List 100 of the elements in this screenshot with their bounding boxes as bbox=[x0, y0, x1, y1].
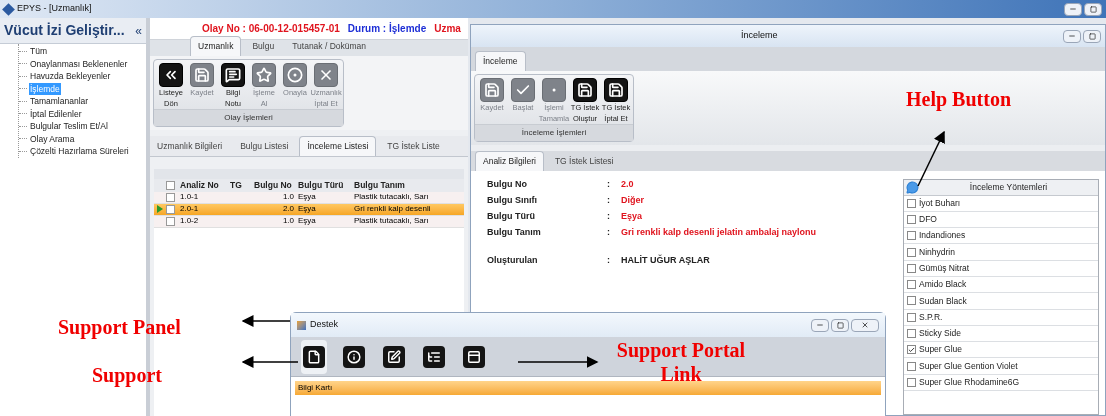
x-icon bbox=[314, 63, 338, 87]
method-checkbox[interactable] bbox=[907, 198, 916, 208]
method-row[interactable]: İyot Buharı bbox=[904, 195, 1098, 212]
tree-item[interactable]: Onaylanması Beklenenler bbox=[29, 57, 129, 70]
minimize-button[interactable] bbox=[1064, 2, 1082, 16]
maximize-button[interactable] bbox=[1083, 29, 1101, 43]
floppy-icon bbox=[190, 63, 214, 87]
method-checkbox[interactable] bbox=[907, 296, 916, 306]
table-cell-text: 1.0 bbox=[281, 191, 295, 204]
annotation-label: Help Button bbox=[906, 87, 1012, 113]
list-row[interactable]: Bilgi Kartı bbox=[295, 381, 881, 395]
method-row[interactable]: DFO bbox=[904, 211, 1098, 229]
method-row[interactable]: Amido Black bbox=[904, 277, 1098, 294]
header-text: Uzma bbox=[434, 22, 461, 36]
field-value: 2.0 bbox=[621, 177, 634, 191]
tab[interactable]: İnceleme bbox=[475, 51, 526, 71]
minimize-button[interactable] bbox=[811, 318, 829, 332]
row-checkbox[interactable] bbox=[166, 192, 175, 202]
tab[interactable]: Analiz Bilgileri bbox=[475, 150, 544, 171]
method-row[interactable]: Sticky Side bbox=[904, 325, 1098, 343]
method-label: Indandiones bbox=[919, 229, 966, 243]
header-text: Olay No : 06-00-12-015457-01 bbox=[202, 22, 340, 36]
field-separator: : bbox=[607, 193, 611, 207]
tree-item[interactable]: Tüm bbox=[29, 45, 48, 58]
tree-item[interactable]: Havuzda Bekleyenler bbox=[29, 70, 112, 83]
floppy-icon bbox=[604, 77, 628, 102]
field-label: Bulgu Tanım bbox=[487, 225, 542, 239]
collapse-button[interactable]: « bbox=[135, 21, 142, 40]
tab[interactable]: TG İstek Liste bbox=[380, 137, 447, 156]
tab[interactable]: Bulgu bbox=[245, 37, 282, 56]
method-checkbox[interactable] bbox=[907, 312, 916, 322]
table-cell-text: 1.0 bbox=[281, 215, 295, 228]
field-value: Gri renkli kalp desenli jelatin ambalaj naylonu bbox=[621, 225, 817, 239]
tab[interactable]: TG İstek Listesi bbox=[547, 151, 621, 171]
method-checkbox[interactable] bbox=[907, 377, 916, 387]
header-checkbox[interactable] bbox=[166, 180, 175, 190]
column-header: TG bbox=[229, 178, 243, 192]
table-cell-text: Plastik tutacaklı, Sarı bbox=[353, 191, 430, 204]
window-title: İnceleme bbox=[741, 29, 778, 43]
method-label: DFO bbox=[919, 213, 937, 226]
tab[interactable]: Uzmanlık bbox=[190, 36, 242, 56]
maximize-button[interactable] bbox=[1084, 2, 1102, 16]
toolbar-button[interactable] bbox=[301, 339, 327, 374]
method-checkbox[interactable] bbox=[907, 247, 916, 257]
method-checkbox[interactable] bbox=[907, 214, 916, 224]
minimize-icon bbox=[1069, 5, 1077, 13]
method-checkbox[interactable] bbox=[907, 231, 916, 241]
field-value: Diğer bbox=[621, 193, 644, 207]
method-row[interactable]: Super Glue Gention Violet bbox=[904, 358, 1098, 375]
tree-item[interactable]: Bulgular Teslim Et/Al bbox=[29, 120, 109, 133]
tab[interactable]: Tutanak / Doküman bbox=[285, 37, 374, 56]
table-cell-text: Eşya bbox=[297, 203, 317, 216]
method-row[interactable]: Ninhydrin bbox=[904, 244, 1098, 261]
method-row[interactable]: Gümüş Nitrat bbox=[904, 260, 1098, 277]
sidebar-title: Vücut İzi Geliştir... bbox=[4, 21, 125, 40]
minimize-icon bbox=[1068, 32, 1076, 40]
maximize-icon bbox=[836, 321, 844, 329]
note-icon bbox=[221, 63, 245, 87]
window-title: EPYS - [Uzmanlık] bbox=[17, 2, 92, 16]
check-icon bbox=[511, 77, 535, 102]
field-label: Bulgu Türü bbox=[487, 209, 536, 223]
table-cell-text: 1.0-2 bbox=[179, 215, 200, 228]
methods-title: İnceleme Yöntemleri bbox=[969, 180, 1048, 194]
tree-item[interactable]: İptal Edilenler bbox=[29, 107, 83, 120]
field-separator: : bbox=[607, 209, 611, 223]
row-checkbox[interactable] bbox=[166, 204, 175, 214]
method-label: Super Glue Rhodamine6G bbox=[919, 376, 1020, 389]
method-row[interactable]: Super Glue bbox=[904, 342, 1098, 359]
row-checkbox[interactable] bbox=[166, 216, 175, 226]
field-separator: : bbox=[607, 225, 611, 239]
method-checkbox[interactable] bbox=[907, 263, 916, 273]
table-cell-text: Gri renkli kalp desenli bbox=[353, 203, 432, 216]
tab[interactable]: İnceleme Listesi bbox=[299, 136, 377, 156]
method-row[interactable]: Super Glue Rhodamine6G bbox=[904, 374, 1098, 392]
ribbon-group-label: Olay İşlemleri bbox=[154, 109, 343, 126]
column-header: Bulgu Tanım bbox=[353, 178, 406, 192]
annotation-label: Support Panel bbox=[58, 315, 181, 341]
method-checkbox[interactable] bbox=[907, 329, 916, 338]
tree-icon bbox=[423, 345, 445, 368]
tree-item[interactable]: Olay Arama bbox=[29, 132, 76, 145]
floppy-icon bbox=[573, 77, 597, 102]
method-checkbox[interactable] bbox=[907, 280, 916, 290]
method-row[interactable]: S.P.R. bbox=[904, 309, 1098, 326]
arrow-drawing bbox=[917, 130, 945, 187]
tab[interactable]: Uzmanlık Bilgileri bbox=[150, 137, 230, 156]
method-row[interactable]: Sudan Black bbox=[904, 293, 1098, 310]
table-cell-text: Plastik tutacaklı, Sarı bbox=[353, 215, 430, 228]
close-button[interactable] bbox=[851, 318, 879, 332]
tree-item[interactable]: Tamamlananlar bbox=[29, 95, 90, 108]
minimize-button[interactable] bbox=[1063, 29, 1081, 43]
tree-item[interactable]: Çözelti Hazırlama Süreleri bbox=[29, 145, 130, 158]
maximize-button[interactable] bbox=[831, 318, 849, 332]
method-row[interactable]: Indandiones bbox=[904, 228, 1098, 245]
header-text: Durum : İşlemde bbox=[347, 21, 427, 36]
column-header: Bulgu No bbox=[253, 178, 293, 192]
method-checkbox[interactable] bbox=[907, 361, 916, 371]
method-checkbox[interactable] bbox=[907, 345, 916, 355]
tab[interactable]: Bulgu Listesi bbox=[233, 137, 296, 156]
window-icon bbox=[463, 345, 485, 368]
method-label: Amido Black bbox=[919, 278, 967, 291]
